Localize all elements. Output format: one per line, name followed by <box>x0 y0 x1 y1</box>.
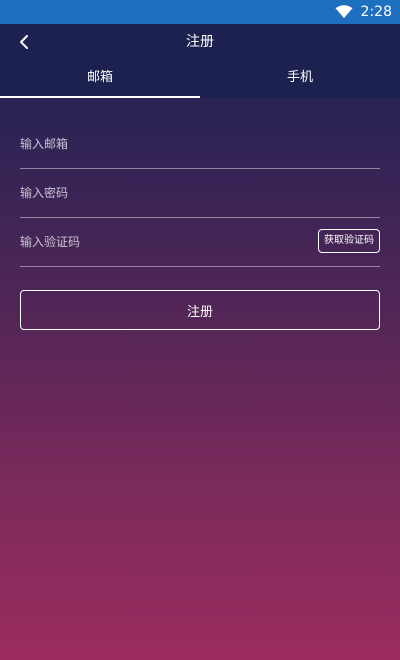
code-field-row: 获取验证码 <box>20 218 380 267</box>
app-bar: 注册 <box>0 24 400 60</box>
email-input[interactable] <box>20 120 380 168</box>
verification-code-input[interactable] <box>20 218 310 266</box>
page-title: 注册 <box>186 34 214 50</box>
password-input[interactable] <box>20 169 380 217</box>
back-button[interactable] <box>12 30 36 54</box>
status-icons: 2:28 <box>335 0 392 24</box>
register-button[interactable]: 注册 <box>20 290 380 330</box>
password-field-row <box>20 169 380 218</box>
tab-email[interactable]: 邮箱 <box>0 60 200 98</box>
email-field-row <box>20 120 380 169</box>
register-form: 获取验证码 <box>20 120 380 267</box>
tab-bar: 邮箱 手机 <box>0 60 400 98</box>
get-code-button[interactable]: 获取验证码 <box>318 229 380 253</box>
status-bar: 2:28 <box>0 0 400 24</box>
status-time: 2:28 <box>360 4 392 20</box>
chevron-left-icon <box>20 35 28 49</box>
wifi-icon <box>335 5 353 19</box>
tab-phone[interactable]: 手机 <box>200 60 400 98</box>
